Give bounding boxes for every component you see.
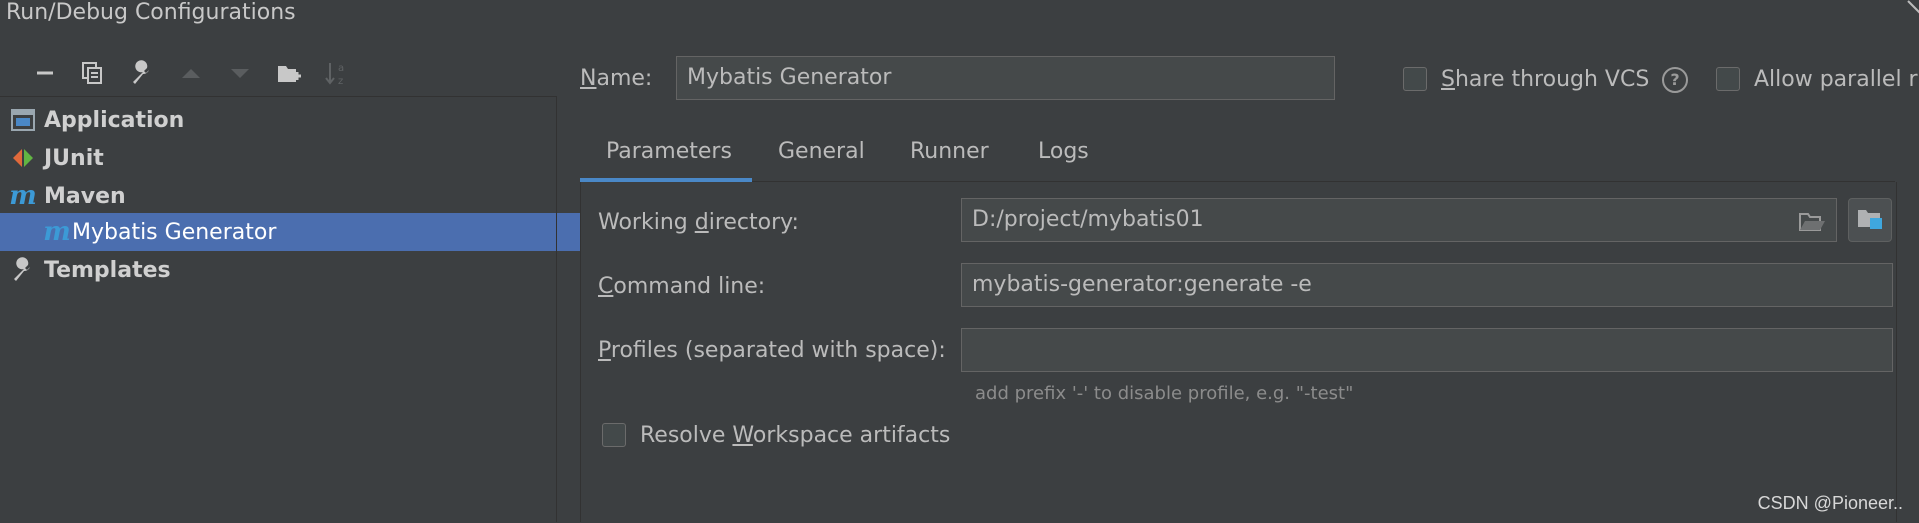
maven-icon: m [9, 181, 37, 211]
add-icon[interactable] [0, 58, 16, 88]
module-dir-button[interactable] [1848, 198, 1892, 242]
tree-item-label: Templates [44, 257, 171, 283]
copy-icon[interactable] [77, 58, 107, 88]
command-line-input[interactable]: mybatis-generator:generate -e [961, 263, 1893, 307]
tree-item-templates[interactable]: Templates [0, 251, 566, 289]
svg-text:a: a [338, 63, 344, 74]
pane-divider[interactable] [556, 96, 557, 522]
tree-item-maven[interactable]: m Maven [0, 177, 566, 215]
junit-icon [10, 145, 36, 171]
tree-item-junit[interactable]: JUnit [0, 139, 566, 177]
wrench-icon[interactable] [127, 58, 157, 88]
configuration-tree: Application JUnit m Maven m Mybatis Gene… [0, 96, 600, 523]
working-directory-input[interactable]: D:/project/mybatis01 [961, 198, 1837, 242]
share-vcs-label: Share through VCS [1441, 67, 1650, 92]
sort-icon[interactable]: a z [322, 58, 352, 88]
profiles-hint: add prefix '-' to disable profile, e.g. … [975, 383, 1354, 404]
allow-parallel-checkbox[interactable] [1716, 67, 1740, 91]
share-vcs-checkbox[interactable] [1403, 67, 1427, 91]
profiles-label: Profiles (separated with space): [598, 338, 946, 363]
name-label: Name: [580, 66, 653, 91]
tree-item-label: JUnit [44, 145, 104, 171]
maven-icon: m [43, 217, 71, 247]
tab-general[interactable]: General [778, 132, 865, 172]
tab-logs[interactable]: Logs [1038, 132, 1089, 172]
resolve-workspace-checkbox[interactable] [602, 423, 626, 447]
watermark: CSDN @Pioneer.. [1757, 493, 1903, 513]
close-icon[interactable] [1905, 0, 1919, 18]
tree-item-application[interactable]: Application [0, 101, 566, 139]
tree-item-mybatis-generator[interactable]: m Mybatis Generator [0, 213, 600, 251]
svg-text:z: z [338, 76, 343, 86]
tree-item-label: Maven [44, 183, 126, 209]
tab-parameters[interactable]: Parameters [606, 132, 732, 172]
move-up-icon[interactable] [176, 58, 206, 88]
tree-item-label: Mybatis Generator [72, 219, 277, 245]
profiles-input[interactable] [961, 328, 1893, 372]
wrench-icon [10, 257, 36, 283]
folder-open-icon[interactable] [1798, 207, 1826, 249]
module-folder-icon [1856, 205, 1884, 235]
allow-parallel-label: Allow parallel r [1754, 67, 1918, 92]
help-icon[interactable]: ? [1662, 67, 1688, 93]
config-toolbar: a z [0, 58, 556, 88]
resolve-workspace-label: Resolve Workspace artifacts [640, 423, 951, 448]
working-directory-label: Working directory: [598, 210, 799, 235]
window-title: Run/Debug Configurations [6, 0, 296, 25]
name-input[interactable]: Mybatis Generator [676, 56, 1335, 100]
application-icon [10, 107, 36, 133]
new-folder-icon[interactable] [274, 58, 304, 88]
move-down-icon[interactable] [225, 58, 255, 88]
command-line-label: Command line: [598, 274, 766, 299]
tree-item-label: Application [44, 107, 185, 133]
remove-icon[interactable] [30, 58, 60, 88]
tab-runner[interactable]: Runner [910, 132, 989, 172]
